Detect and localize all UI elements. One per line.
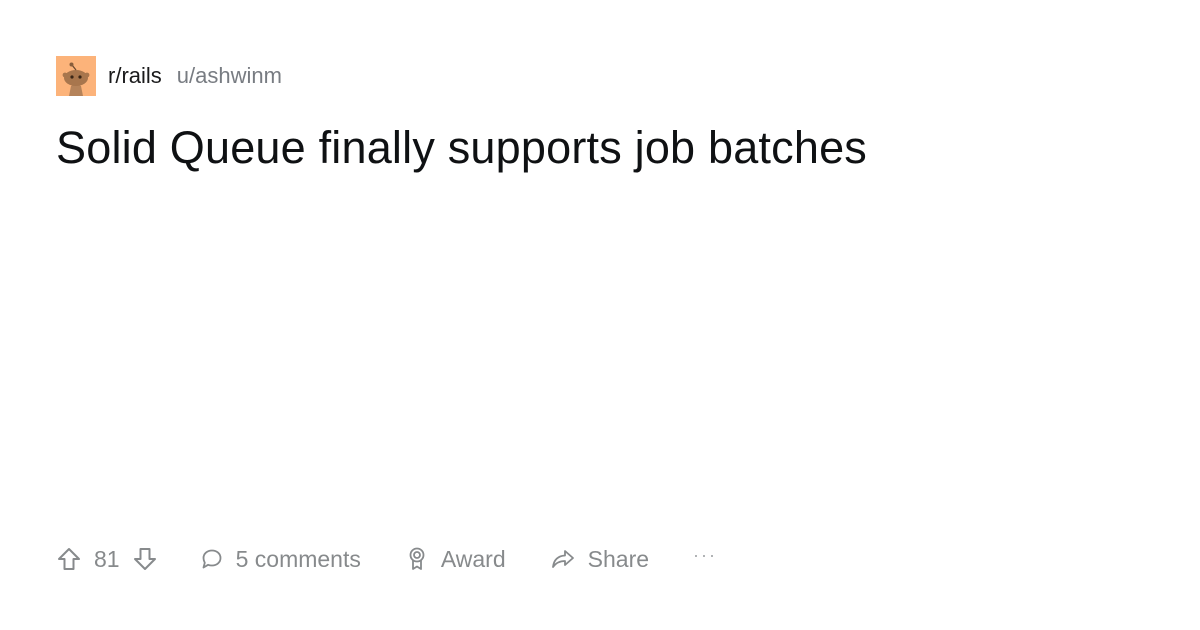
post-title[interactable]: Solid Queue finally supports job batches (56, 118, 867, 178)
share-arrow-icon (550, 547, 576, 571)
award-button[interactable]: Award (405, 546, 506, 573)
downvote-arrow-icon[interactable] (132, 546, 158, 572)
comments-label: 5 comments (235, 545, 361, 572)
vote-count: 81 (94, 545, 120, 572)
comment-bubble-icon (200, 547, 224, 571)
upvote-arrow-icon[interactable] (56, 546, 82, 572)
comments-button[interactable]: 5 comments (200, 546, 361, 573)
award-label: Award (440, 545, 506, 572)
vote-group: 81 (56, 546, 158, 573)
share-button[interactable]: Share (550, 546, 649, 573)
post-header: r/rails u/ashwinm (56, 56, 282, 96)
award-medal-icon (405, 546, 429, 572)
more-options-button[interactable]: ··· (693, 545, 717, 566)
share-label: Share (587, 545, 650, 572)
author-link[interactable]: u/ashwinm (177, 56, 282, 96)
post-action-bar: 81 5 comments Award Share ··· (56, 540, 717, 578)
subreddit-link[interactable]: r/rails (108, 56, 162, 96)
subreddit-avatar-icon[interactable] (56, 56, 96, 96)
